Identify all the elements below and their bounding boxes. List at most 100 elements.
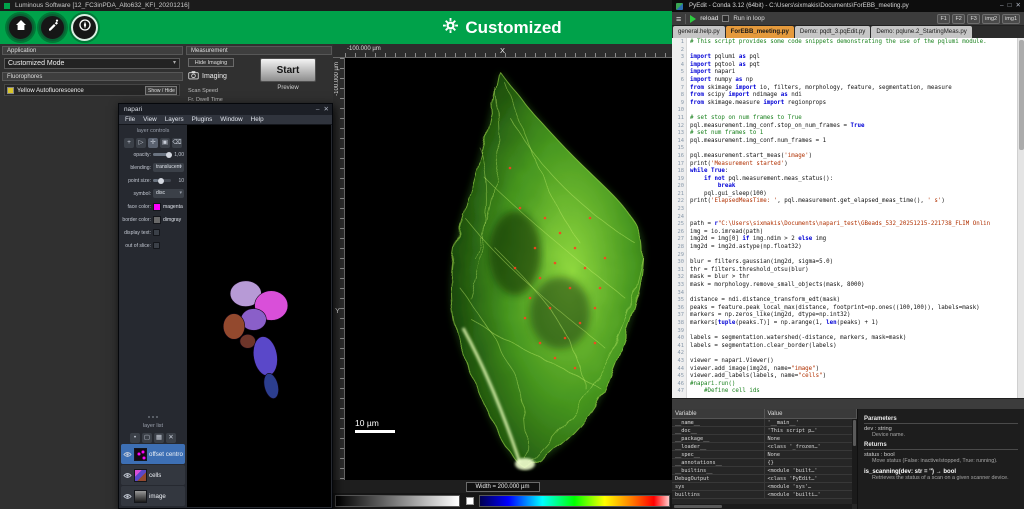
napari-titlebar[interactable]: napari –✕ bbox=[119, 104, 332, 115]
home-tab-button[interactable] bbox=[7, 14, 34, 41]
variable-row[interactable]: __annotations__{} bbox=[672, 459, 857, 467]
code-line[interactable]: # set stop on num frames to True bbox=[690, 115, 1017, 123]
menu-layers[interactable]: Layers bbox=[161, 115, 188, 124]
variables-hscrollbar-thumb[interactable] bbox=[674, 505, 722, 508]
code-line[interactable]: pql.measurement.img_conf.num_frames = 1 bbox=[690, 138, 1017, 146]
play-icon[interactable] bbox=[690, 15, 696, 23]
panel-resize-handle[interactable] bbox=[119, 414, 187, 420]
code-line[interactable]: # This script provides some code snippet… bbox=[690, 39, 1017, 47]
select-points-icon[interactable]: ▷ bbox=[136, 138, 146, 148]
minimize-icon[interactable]: – bbox=[1000, 0, 1004, 11]
code-line[interactable]: viewer.add_image(img2d, name="image") bbox=[690, 366, 1017, 374]
code-line[interactable]: #napari.run() bbox=[690, 381, 1017, 389]
layer-item-offset-centroids[interactable]: offset centroids bbox=[121, 444, 185, 464]
maximize-icon[interactable]: □ bbox=[1008, 0, 1012, 11]
code-line[interactable]: peaks = feature.peak_local_max(distance,… bbox=[690, 305, 1017, 313]
code-line[interactable]: import pqlumi as pql bbox=[690, 54, 1017, 62]
minimize-icon[interactable]: – bbox=[316, 104, 320, 115]
code-line[interactable]: labels = segmentation.clear_border(label… bbox=[690, 343, 1017, 351]
code-line[interactable]: from skimage.measure import regionprops bbox=[690, 100, 1017, 108]
out-of-slice-checkbox[interactable] bbox=[153, 242, 160, 249]
code-line[interactable]: markers[tuple(peaks.T)] = np.arange(1, l… bbox=[690, 320, 1017, 328]
grayscale-colorbar[interactable] bbox=[335, 495, 460, 507]
new-shapes-layer-icon[interactable]: ▢ bbox=[142, 433, 152, 443]
display-text-checkbox[interactable] bbox=[153, 229, 160, 236]
delete-points-icon[interactable]: ⌫ bbox=[172, 138, 182, 148]
code-line[interactable]: while True: bbox=[690, 168, 1017, 176]
variable-row[interactable]: builtins<module 'builti…' bbox=[672, 491, 857, 499]
code-line[interactable] bbox=[690, 350, 1017, 358]
variable-row[interactable]: sys<module 'sys'… bbox=[672, 483, 857, 491]
eye-icon[interactable] bbox=[123, 451, 132, 458]
code-lines[interactable]: # This script provides some code snippet… bbox=[687, 38, 1017, 398]
face-color-swatch[interactable] bbox=[153, 203, 161, 211]
rainbow-colorbar[interactable] bbox=[479, 495, 670, 507]
microscopy-canvas[interactable]: 10 µm bbox=[345, 58, 672, 480]
variable-row[interactable]: __builtins__<module 'built…' bbox=[672, 467, 857, 475]
code-line[interactable]: pql.measurement.start_meas('image') bbox=[690, 153, 1017, 161]
code-line[interactable]: from skimage import io, filters, morphol… bbox=[690, 85, 1017, 93]
eye-icon[interactable] bbox=[123, 493, 132, 500]
variables-hscrollbar[interactable] bbox=[672, 504, 852, 509]
point-size-slider[interactable] bbox=[153, 179, 171, 182]
toolbar-button-img1[interactable]: img1 bbox=[1002, 14, 1020, 24]
pan-zoom-icon[interactable]: ✛ bbox=[148, 138, 158, 148]
toolbar-button-f1[interactable]: F1 bbox=[937, 14, 950, 24]
reload-label[interactable]: reload bbox=[700, 15, 718, 22]
close-icon[interactable]: ✕ bbox=[1016, 0, 1021, 11]
code-line[interactable]: mask = morphology.remove_small_objects(m… bbox=[690, 282, 1017, 290]
menu-window[interactable]: Window bbox=[216, 115, 246, 124]
opacity-slider[interactable] bbox=[153, 153, 171, 156]
menu-plugins[interactable]: Plugins bbox=[188, 115, 217, 124]
luminous-titlebar[interactable]: Luminous Software [12_FC3inPDA_Alto632_K… bbox=[0, 0, 672, 11]
show-hide-button[interactable]: Show / Hide bbox=[145, 86, 177, 95]
mode-dropdown[interactable]: Customized Mode ▾ bbox=[4, 58, 180, 69]
close-icon[interactable]: ✕ bbox=[324, 104, 329, 115]
variables-vscrollbar[interactable] bbox=[852, 419, 857, 504]
variables-vscrollbar-thumb[interactable] bbox=[853, 420, 856, 446]
code-line[interactable] bbox=[690, 107, 1017, 115]
code-line[interactable]: img2d = img2d.astype(np.float32) bbox=[690, 244, 1017, 252]
code-line[interactable]: print('ElapsedMeasTime: ', pql.measureme… bbox=[690, 198, 1017, 206]
code-line[interactable]: mask = blur > thr bbox=[690, 274, 1017, 282]
code-line[interactable]: path = r"C:\Users\sixmakis\Documents\nap… bbox=[690, 221, 1017, 229]
editor-scrollbar-thumb[interactable] bbox=[1019, 40, 1024, 150]
new-labels-layer-icon[interactable]: ▦ bbox=[154, 433, 164, 443]
layer-item-image[interactable]: image bbox=[121, 486, 185, 506]
menu-help[interactable]: Help bbox=[247, 115, 268, 124]
code-line[interactable]: #Define cell ids bbox=[690, 388, 1017, 396]
code-line[interactable]: if not pql.measurement.meas_status(): bbox=[690, 176, 1017, 184]
editor-tab[interactable]: Demo: pqlune.2_StartingMeas.py bbox=[871, 26, 971, 38]
code-line[interactable] bbox=[690, 252, 1017, 260]
start-button[interactable]: Start bbox=[260, 58, 316, 82]
variable-row[interactable]: __package__None bbox=[672, 435, 857, 443]
blending-dropdown[interactable]: translucent ▾ bbox=[153, 163, 184, 172]
eye-icon[interactable] bbox=[123, 472, 132, 479]
toolbar-button-img2[interactable]: img2 bbox=[982, 14, 1000, 24]
toolbar-button-f2[interactable]: F2 bbox=[952, 14, 965, 24]
code-line[interactable]: blur = filters.gaussian(img2d, sigma=5.0… bbox=[690, 259, 1017, 267]
tools-tab-button[interactable] bbox=[39, 14, 66, 41]
code-line[interactable]: labels = segmentation.watershed(-distanc… bbox=[690, 335, 1017, 343]
code-line[interactable] bbox=[690, 328, 1017, 336]
code-line[interactable]: viewer.add_labels(labels, name="cells") bbox=[690, 373, 1017, 381]
delete-layer-icon[interactable]: ✕ bbox=[166, 433, 176, 443]
variable-row[interactable]: __name__'__main__' bbox=[672, 419, 857, 427]
menu-view[interactable]: View bbox=[139, 115, 161, 124]
code-line[interactable] bbox=[690, 206, 1017, 214]
code-line[interactable]: import numpy as np bbox=[690, 77, 1017, 85]
variable-row[interactable]: DebugOutput<class 'PyEdit…' bbox=[672, 475, 857, 483]
code-line[interactable]: img2d = img[0] if img.ndim > 2 else img bbox=[690, 236, 1017, 244]
code-line[interactable]: import pqtool as pqt bbox=[690, 62, 1017, 70]
variable-row[interactable]: __loader__<class '_frozen…' bbox=[672, 443, 857, 451]
toolbar-button-f3[interactable]: F3 bbox=[967, 14, 980, 24]
editor-tab[interactable]: ForEBB_meeting.py bbox=[726, 26, 794, 38]
border-color-swatch[interactable] bbox=[153, 216, 161, 224]
code-line[interactable] bbox=[690, 47, 1017, 55]
code-line[interactable]: viewer = napari.Viewer() bbox=[690, 358, 1017, 366]
layer-item-cells[interactable]: cells bbox=[121, 465, 185, 485]
code-line[interactable]: from scipy import ndimage as ndi bbox=[690, 92, 1017, 100]
navigation-tab-button[interactable] bbox=[71, 14, 98, 41]
code-line[interactable]: import napari bbox=[690, 69, 1017, 77]
colorbar-checkbox[interactable] bbox=[466, 497, 474, 505]
